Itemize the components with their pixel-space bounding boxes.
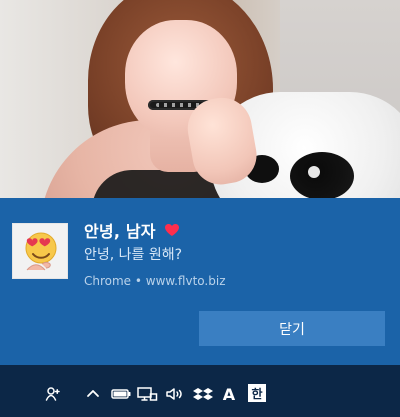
taskbar: A 한 [0, 365, 400, 417]
dropbox-icon[interactable] [192, 385, 214, 403]
ime-indicator[interactable]: 한 [248, 384, 266, 402]
people-icon[interactable] [44, 385, 62, 403]
network-icon[interactable] [136, 385, 158, 403]
notification-content: 안녕, 남자 안녕, 나를 원해? Chrome • www.flvto.biz… [0, 198, 400, 365]
notification-source: Chrome • www.flvto.biz [84, 274, 226, 288]
font-indicator-text: A [222, 384, 236, 404]
notification-title-row: 안녕, 남자 [84, 218, 180, 242]
ime-indicator-text: 한 [251, 386, 263, 401]
volume-icon[interactable] [164, 385, 186, 403]
panda-eye [290, 152, 354, 198]
system-tray: A 한 [0, 365, 400, 417]
notification-app-icon [12, 223, 68, 279]
notification-toast[interactable]: 안녕, 남자 안녕, 나를 원해? Chrome • www.flvto.biz… [0, 198, 400, 365]
background-photo [0, 0, 400, 198]
heart-eyes-emoji-icon [25, 232, 57, 271]
notification-message: 안녕, 나를 원해? [84, 247, 183, 263]
notification-title: 안녕, 남자 [84, 222, 156, 241]
font-indicator[interactable]: A [220, 384, 238, 404]
close-button[interactable]: 닫기 [199, 311, 385, 346]
battery-icon[interactable] [110, 385, 132, 403]
heart-icon [164, 223, 180, 237]
chevron-up-icon[interactable] [84, 385, 102, 403]
